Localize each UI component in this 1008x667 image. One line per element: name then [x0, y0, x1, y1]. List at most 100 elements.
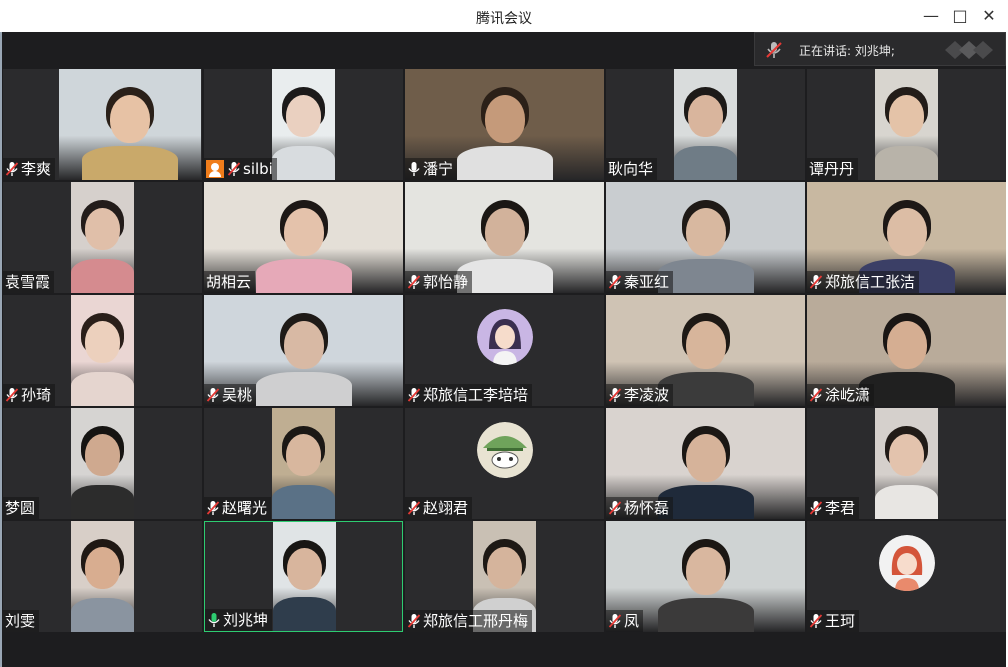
participant-name: 王珂: [825, 612, 856, 630]
participant-label: 刘雯: [3, 610, 40, 632]
participant-name: 郑旅信工李培培: [423, 386, 529, 404]
speaking-text: 正在讲话: 刘兆坤;: [799, 44, 895, 58]
participant-label: 梦圆: [3, 497, 40, 519]
person-body: [674, 146, 737, 180]
participant-tile[interactable]: 涂屹潇: [807, 295, 1006, 406]
participant-video: [59, 69, 201, 180]
participant-tile[interactable]: 凤: [606, 521, 805, 632]
participant-label: 秦亚红: [606, 271, 674, 293]
person-face: [886, 321, 927, 369]
participant-tile[interactable]: 潘宁: [405, 69, 604, 180]
participant-label: 胡相云: [204, 271, 256, 293]
participant-name: 耿向华: [608, 160, 654, 178]
participant-name: 潘宁: [423, 160, 454, 178]
muted-mic-icon: [809, 614, 823, 628]
person-face: [85, 547, 120, 589]
participant-name: 赵翊君: [423, 499, 469, 517]
participant-name: 郑旅信工张洁: [825, 273, 916, 291]
participant-tile[interactable]: 李凌波: [606, 295, 805, 406]
participant-label: 郑旅信工李培培: [405, 384, 533, 406]
muted-mic-icon: [227, 162, 241, 176]
muted-mic-icon: [608, 388, 622, 402]
person-face: [85, 208, 120, 250]
participant-avatar: [477, 422, 533, 478]
person-face: [286, 434, 321, 476]
participant-video: [875, 408, 938, 519]
person-face: [287, 548, 322, 590]
bottom-bar: [2, 632, 1006, 667]
participant-tile[interactable]: 赵曙光: [204, 408, 403, 519]
participant-label: 刘兆坤: [205, 609, 273, 631]
person-body: [71, 598, 134, 632]
muted-mic-icon: [608, 501, 622, 515]
participant-tile[interactable]: 郭怡静: [405, 182, 604, 293]
participant-label: 王珂: [807, 610, 860, 632]
participant-label: 赵翊君: [405, 497, 473, 519]
participant-label: 耿向华: [606, 158, 658, 180]
person-face: [283, 208, 324, 256]
participant-name: 秦亚红: [624, 273, 670, 291]
participant-tile[interactable]: 梦圆: [3, 408, 202, 519]
person-body: [71, 372, 134, 406]
muted-mic-icon: [608, 614, 622, 628]
participant-tile[interactable]: 郑旅信工邢丹梅: [405, 521, 604, 632]
participant-label: 谭丹丹: [807, 158, 859, 180]
person-body: [71, 259, 134, 293]
participant-tile[interactable]: 李君: [807, 408, 1006, 519]
person-face: [685, 321, 726, 369]
participant-name: 刘雯: [5, 612, 36, 630]
video-grid: 李爽 silbi 潘宁 耿向华 谭丹丹 袁雪霞 胡相云 郭怡静 秦亚红 郑旅信工张洁 孙琦 吴桃 郑旅信…: [3, 69, 1006, 632]
muted-mic-icon: [407, 614, 421, 628]
person-body: [875, 146, 938, 180]
participant-tile[interactable]: 刘雯: [3, 521, 202, 632]
girl-purple-avatar-icon: [477, 309, 533, 365]
participant-label: 李爽: [3, 158, 56, 180]
speaking-indicator: 正在讲话: 刘兆坤;: [754, 32, 1006, 66]
participant-tile[interactable]: 杨怀磊: [606, 408, 805, 519]
girl-red-avatar-icon: [879, 535, 935, 591]
participant-tile[interactable]: 耿向华: [606, 69, 805, 180]
participant-name: 涂屹潇: [825, 386, 871, 404]
person-face: [283, 321, 324, 369]
participant-name: 刘兆坤: [223, 611, 269, 629]
person-face: [110, 95, 150, 143]
person-body: [875, 485, 938, 519]
participant-tile[interactable]: 吴桃: [204, 295, 403, 406]
participant-tile[interactable]: 胡相云: [204, 182, 403, 293]
participant-name: silbi: [243, 160, 273, 178]
person-body: [82, 146, 178, 180]
participant-name: 李凌波: [624, 386, 670, 404]
close-icon[interactable]: ✕: [974, 4, 1004, 28]
participant-name: 梦圆: [5, 499, 36, 517]
person-face: [85, 321, 120, 363]
muted-mic-icon: [407, 501, 421, 515]
participant-label: 李凌波: [606, 384, 674, 406]
participant-tile[interactable]: 赵翊君: [405, 408, 604, 519]
participant-tile[interactable]: 秦亚红: [606, 182, 805, 293]
participant-tile[interactable]: 郑旅信工李培培: [405, 295, 604, 406]
host-badge-icon: [206, 160, 224, 178]
participant-name: 吴桃: [222, 386, 253, 404]
participant-name: 郭怡静: [423, 273, 469, 291]
participant-tile[interactable]: 谭丹丹: [807, 69, 1006, 180]
muted-mic-icon: [407, 388, 421, 402]
person-body: [255, 372, 352, 406]
participant-tile[interactable]: 袁雪霞: [3, 182, 202, 293]
participant-tile[interactable]: 李爽: [3, 69, 202, 180]
participant-tile[interactable]: 刘兆坤: [204, 521, 403, 632]
muted-mic-icon: [809, 501, 823, 515]
participant-name: 凤: [624, 612, 640, 630]
participant-tile[interactable]: 孙琦: [3, 295, 202, 406]
participant-video: [71, 408, 134, 519]
participant-name: 孙琦: [21, 386, 52, 404]
participant-tile[interactable]: silbi: [204, 69, 403, 180]
minimize-icon[interactable]: —: [916, 4, 946, 28]
participant-tile[interactable]: 郑旅信工张洁: [807, 182, 1006, 293]
muted-mic-icon: [766, 42, 782, 58]
person-face: [85, 434, 120, 476]
person-face: [889, 434, 924, 476]
tencent-meeting-logo-icon: [945, 41, 993, 59]
participant-tile[interactable]: 王珂: [807, 521, 1006, 632]
participant-video: [875, 69, 938, 180]
maximize-icon[interactable]: □: [945, 4, 975, 28]
